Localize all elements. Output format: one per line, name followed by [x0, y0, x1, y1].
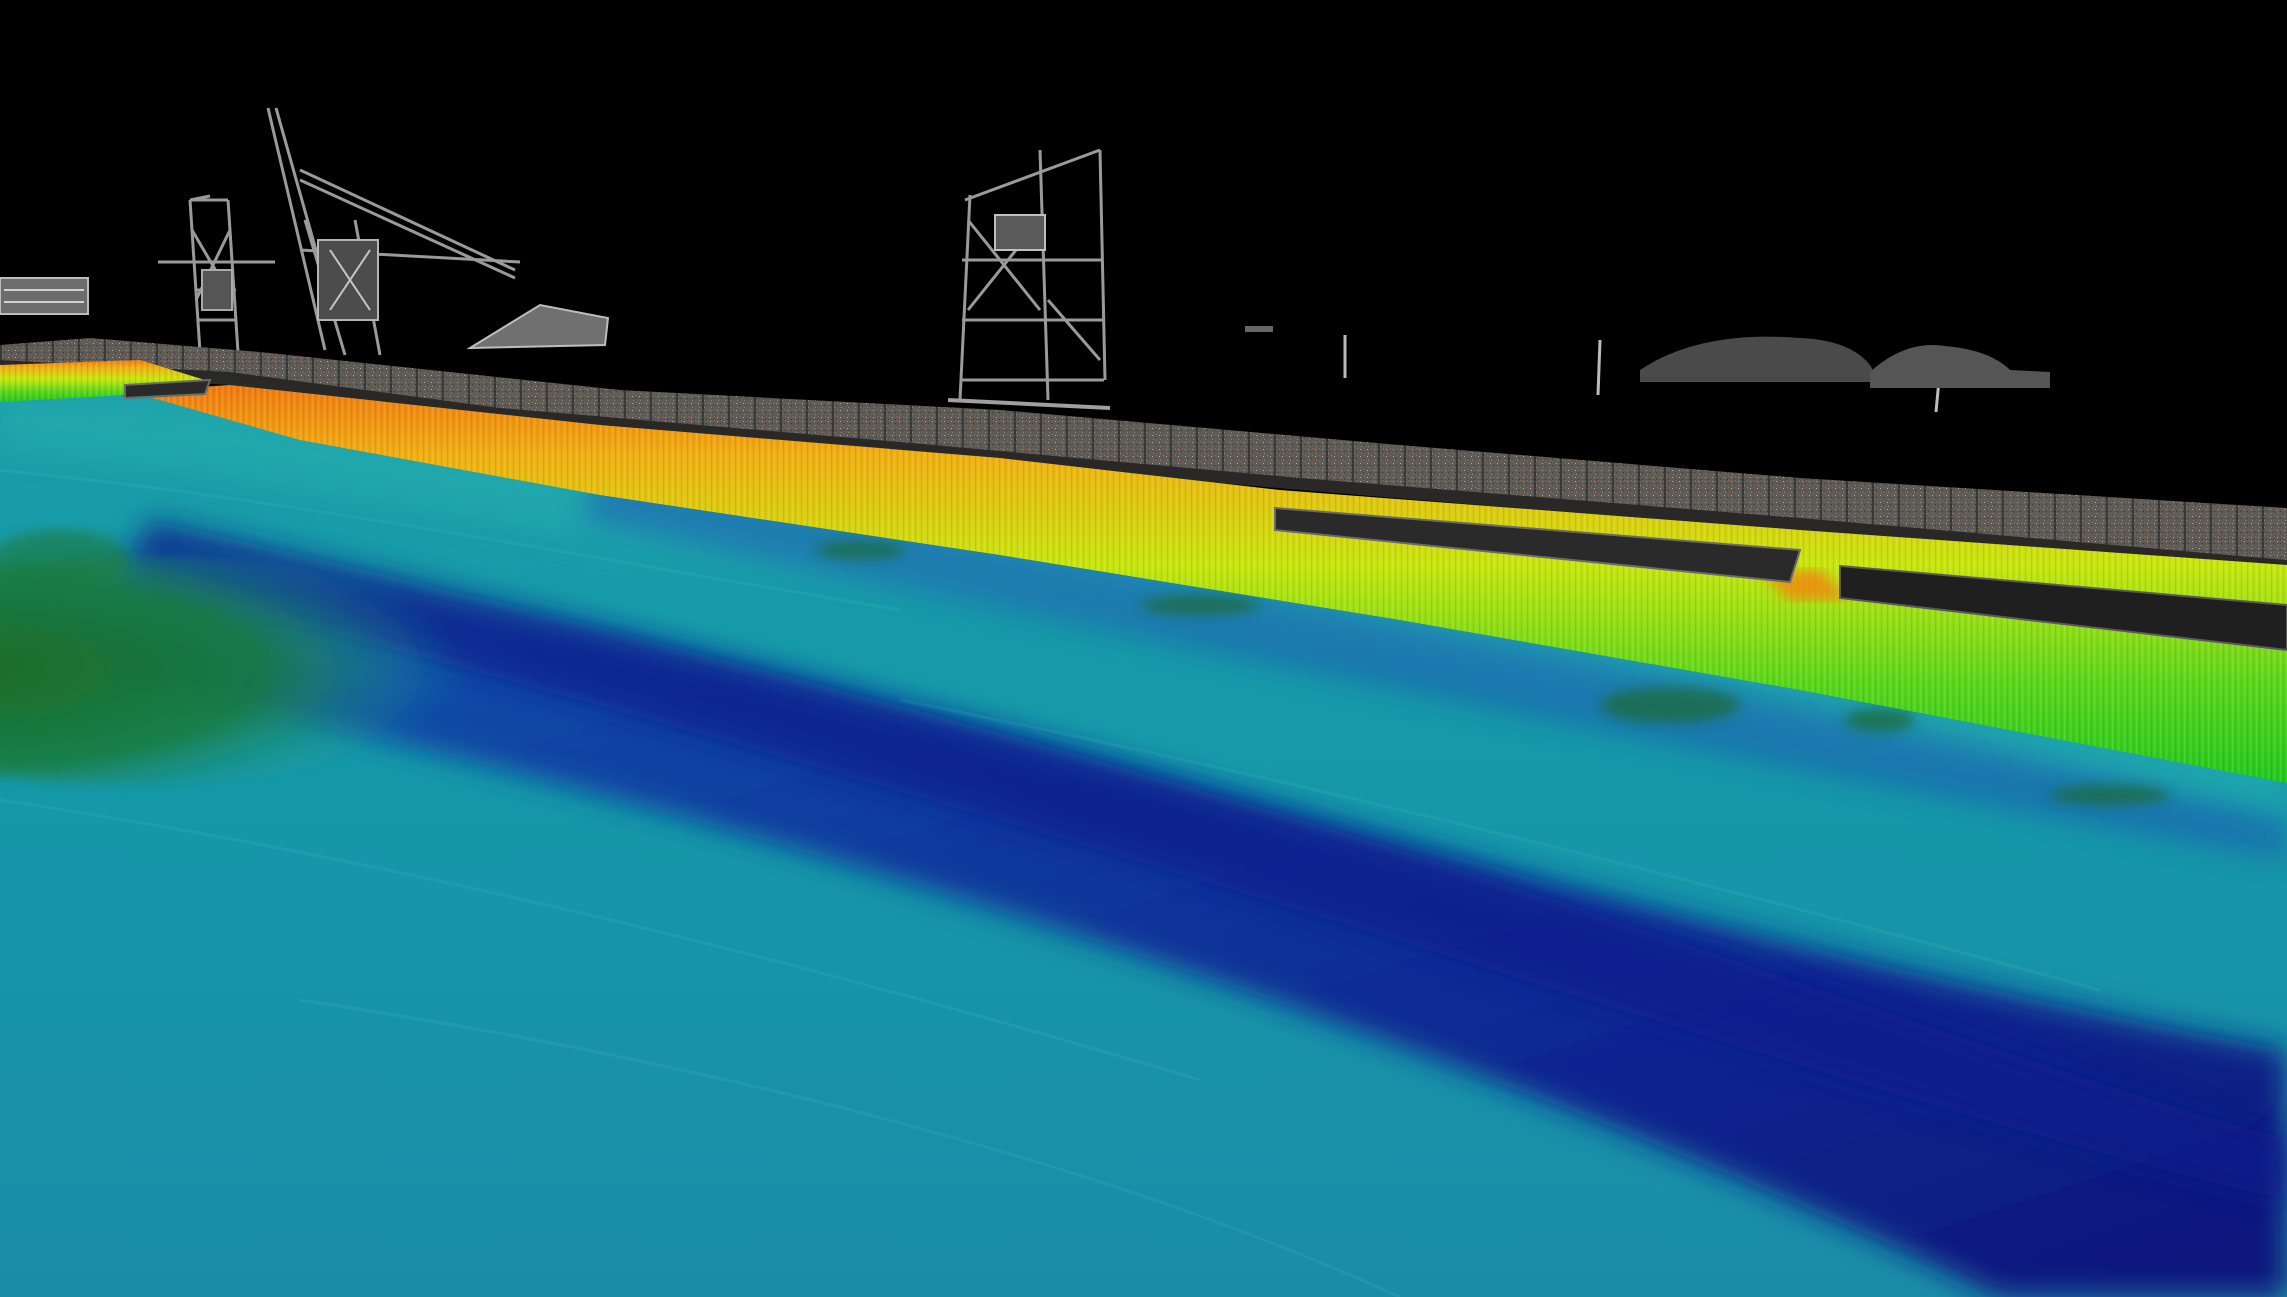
building-left: [0, 277, 89, 315]
pole-2: [1596, 339, 1602, 396]
point-cloud-render: [0, 0, 2287, 1297]
point-cloud-viewport[interactable]: [0, 0, 2287, 1297]
